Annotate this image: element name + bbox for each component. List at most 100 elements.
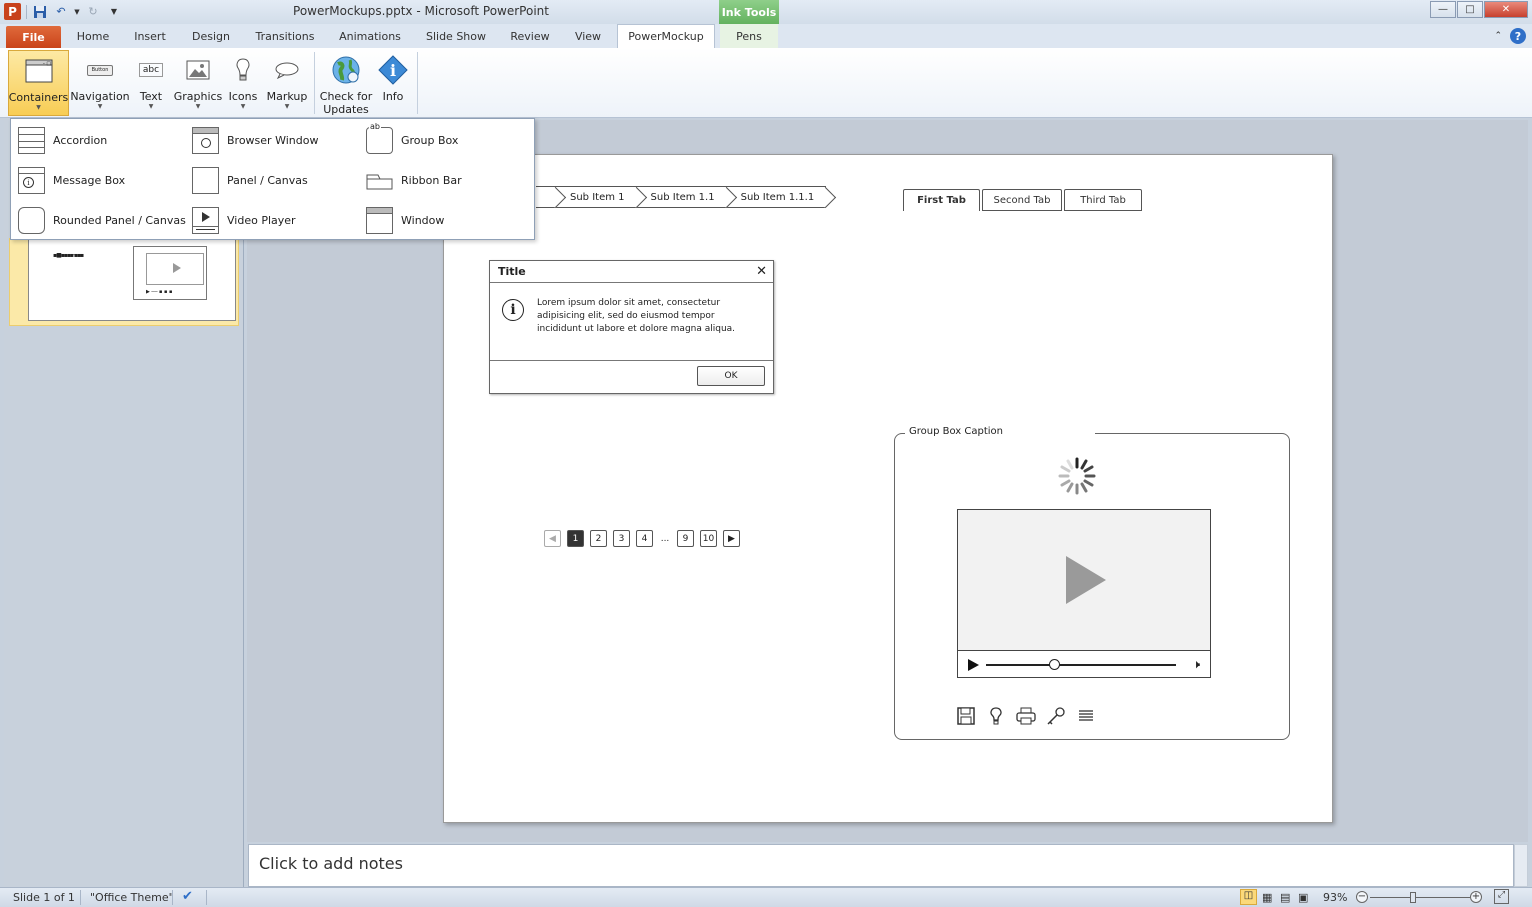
- tab-powermockup[interactable]: PowerMockup: [617, 24, 715, 48]
- tab-transitions[interactable]: Transitions: [248, 24, 322, 48]
- maximize-button[interactable]: □: [1457, 1, 1483, 18]
- gallery-item-accordion[interactable]: Accordion: [18, 123, 107, 157]
- spell-check-icon[interactable]: ✔: [182, 889, 193, 904]
- thumb-video-preview: ▶ ── ▪ ▪ ▪: [133, 246, 207, 300]
- icons-button[interactable]: Icons ▼: [227, 50, 259, 116]
- check-for-updates-button[interactable]: Check for Updates: [318, 50, 374, 116]
- ribbon-right-controls: ⌃ ?: [1494, 28, 1526, 44]
- loading-spinner-icon: [1058, 457, 1096, 495]
- gallery-item-video-player[interactable]: Video Player: [192, 203, 296, 237]
- gallery-item-group-box[interactable]: ab Group Box: [366, 121, 458, 157]
- slide-show-view-icon[interactable]: ▣: [1298, 891, 1308, 904]
- slide-1-thumbnail[interactable]: ▪■▪▪▪▪·▪▪▪ ▶ ── ▪ ▪ ▪: [28, 239, 236, 321]
- next-page-icon[interactable]: ▶: [723, 530, 740, 547]
- fit-to-window-icon[interactable]: ⤢: [1494, 889, 1509, 904]
- status-separator: [80, 890, 81, 905]
- zoom-slider[interactable]: − +: [1356, 891, 1482, 904]
- page-button[interactable]: 10: [700, 530, 717, 547]
- page-button[interactable]: 2: [590, 530, 607, 547]
- printer-icon: [1015, 706, 1037, 726]
- gallery-item-rounded-panel[interactable]: Rounded Panel / Canvas: [18, 203, 186, 237]
- group-box-icon-text: ab: [369, 121, 381, 131]
- reading-view-icon[interactable]: ▤: [1280, 891, 1290, 904]
- ink-tools-contextual-label: Ink Tools: [719, 0, 779, 24]
- navigation-button[interactable]: Button Navigation ▼: [70, 50, 130, 116]
- thumb-play-icon: [173, 263, 181, 273]
- minimize-button[interactable]: —: [1430, 1, 1456, 18]
- page-button[interactable]: 9: [677, 530, 694, 547]
- slide-thumbnail-selected[interactable]: ▪■▪▪▪▪·▪▪▪ ▶ ── ▪ ▪ ▪: [9, 238, 239, 326]
- tab-second[interactable]: Second Tab: [982, 189, 1062, 211]
- text-button[interactable]: abc Text ▼: [133, 50, 169, 116]
- notes-scrollbar[interactable]: [1514, 844, 1528, 887]
- tab-animations[interactable]: Animations: [332, 24, 408, 48]
- breadcrumb-item[interactable]: Sub Item 1.1: [636, 186, 727, 208]
- group-box[interactable]: Group Box Caption 🕨: [894, 426, 1290, 740]
- page-button[interactable]: 3: [613, 530, 630, 547]
- tab-insert[interactable]: Insert: [124, 24, 176, 48]
- breadcrumb-item[interactable]: Sub Item 1.1.1: [726, 186, 827, 208]
- ok-button[interactable]: OK: [697, 366, 765, 386]
- zoom-level[interactable]: 93%: [1323, 891, 1347, 904]
- page-button[interactable]: 4: [636, 530, 653, 547]
- video-player[interactable]: 🕨: [957, 509, 1211, 678]
- tab-first[interactable]: First Tab: [903, 189, 980, 211]
- zoom-track[interactable]: [1370, 897, 1470, 898]
- containers-button[interactable]: - □ x Containers ▼: [8, 50, 69, 116]
- zoom-handle[interactable]: [1410, 892, 1416, 903]
- prev-page-icon[interactable]: ◀: [544, 530, 561, 547]
- containers-label: Containers: [8, 91, 69, 104]
- seek-handle[interactable]: [1049, 659, 1060, 670]
- info-button[interactable]: i Info: [376, 50, 410, 116]
- gallery-item-label: Browser Window: [227, 133, 319, 147]
- gallery-item-label: Ribbon Bar: [401, 173, 462, 187]
- gallery-item-panel-canvas[interactable]: Panel / Canvas: [192, 163, 308, 197]
- volume-icon[interactable]: 🕨: [1192, 657, 1200, 672]
- info-icon: i: [502, 299, 524, 321]
- tab-file[interactable]: File: [6, 26, 61, 48]
- slide-canvas[interactable]: Sub Item 1 Sub Item 1.1 Sub Item 1.1.1 F…: [443, 154, 1333, 823]
- gallery-item-browser-window[interactable]: Browser Window: [192, 123, 318, 157]
- control-play-icon[interactable]: [968, 659, 979, 671]
- play-icon[interactable]: [1066, 556, 1106, 604]
- tab-slide-show[interactable]: Slide Show: [418, 24, 494, 48]
- close-icon[interactable]: ✕: [756, 264, 767, 279]
- tab-pens[interactable]: Pens: [720, 24, 778, 48]
- pagination-ellipsis: ...: [660, 533, 670, 544]
- seek-track[interactable]: [986, 664, 1176, 666]
- notes-placeholder[interactable]: Click to add notes: [259, 854, 403, 873]
- markup-icon: [274, 50, 300, 90]
- message-box-divider: [490, 360, 773, 361]
- close-button[interactable]: ✕: [1484, 1, 1528, 18]
- graphics-icon: [186, 50, 210, 90]
- navigation-label: Navigation: [70, 90, 130, 103]
- gallery-item-window[interactable]: Window: [366, 203, 444, 237]
- normal-view-icon[interactable]: ◫: [1240, 889, 1257, 905]
- message-box[interactable]: Title ✕ i Lorem ipsum dolor sit amet, co…: [489, 260, 774, 394]
- notes-pane[interactable]: Click to add notes: [248, 844, 1514, 887]
- gallery-item-ribbon-bar[interactable]: Ribbon Bar: [366, 163, 462, 197]
- graphics-button[interactable]: Graphics ▼: [173, 50, 223, 116]
- theme-name[interactable]: "Office Theme": [90, 891, 174, 904]
- ribbon-group-separator-2: [417, 52, 418, 114]
- tab-view[interactable]: View: [566, 24, 610, 48]
- tab-home[interactable]: Home: [68, 24, 118, 48]
- markup-dropdown-icon: ▼: [284, 103, 290, 110]
- page-button[interactable]: 1: [567, 530, 584, 547]
- title-bar: P ↶ ▼ ↻ ▼ PowerMockups.pptx - Microsoft …: [0, 0, 1532, 24]
- slide-sorter-icon[interactable]: ▦: [1262, 891, 1272, 904]
- minimize-ribbon-icon[interactable]: ⌃: [1494, 31, 1502, 41]
- tab-third[interactable]: Third Tab: [1064, 189, 1142, 211]
- breadcrumb-item[interactable]: Sub Item 1: [556, 186, 637, 208]
- gallery-item-message-box[interactable]: i Message Box: [18, 163, 125, 197]
- breadcrumb-item-root[interactable]: [536, 186, 556, 208]
- containers-dropdown-icon: ▼: [36, 104, 41, 111]
- help-icon[interactable]: ?: [1510, 28, 1526, 44]
- zoom-in-icon[interactable]: +: [1470, 891, 1482, 903]
- markup-button[interactable]: Markup ▼: [262, 50, 312, 116]
- containers-icon: - □ x: [25, 51, 53, 91]
- tab-design[interactable]: Design: [182, 24, 240, 48]
- zoom-out-icon[interactable]: −: [1356, 891, 1368, 903]
- tab-review[interactable]: Review: [504, 24, 556, 48]
- group-box-caption: Group Box Caption: [905, 426, 1095, 437]
